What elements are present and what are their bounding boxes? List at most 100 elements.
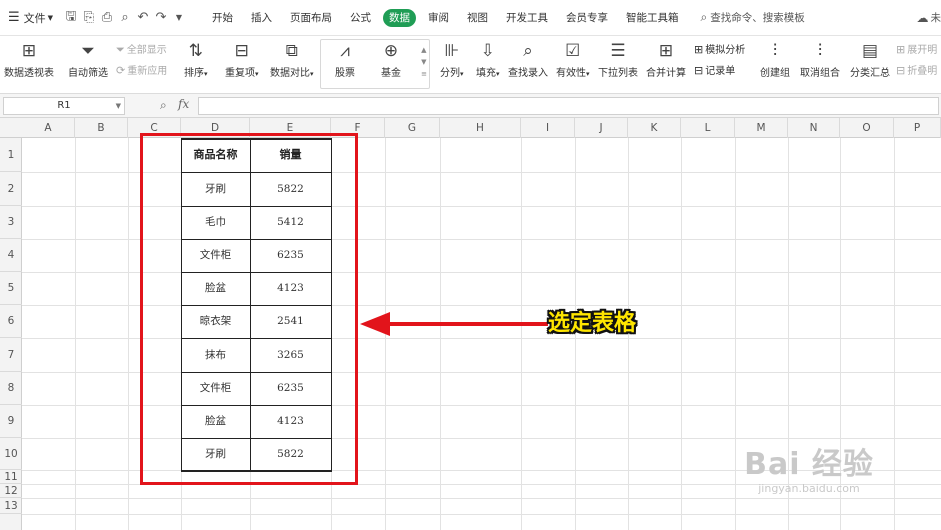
record-form-button[interactable]: ⊟ 记录单	[694, 62, 735, 77]
table-cell-product[interactable]: 抹布	[181, 338, 250, 372]
tab-developer[interactable]: 开发工具	[500, 9, 554, 27]
column-header-e[interactable]: E	[250, 118, 331, 138]
row-header-12[interactable]: 12	[0, 484, 22, 498]
tab-member[interactable]: 会员专享	[560, 9, 614, 27]
table-cell-product[interactable]: 牙刷	[181, 172, 250, 206]
table-cell-product[interactable]: 脸盆	[181, 272, 250, 305]
fill-button[interactable]: ⇩ 填充▾	[476, 40, 500, 79]
expand-detail-button[interactable]: ⊞ 展开明	[896, 41, 937, 56]
zoom-icon[interactable]: ⌕	[160, 98, 167, 113]
account-area[interactable]: ☁ 未	[917, 10, 941, 25]
row-header-8[interactable]: 8	[0, 372, 22, 405]
row-header-11[interactable]: 11	[0, 470, 22, 484]
column-header-o[interactable]: O	[840, 118, 894, 138]
formula-input[interactable]	[198, 97, 939, 115]
create-group-button[interactable]: ⫶ 创建组	[760, 40, 790, 79]
fund-button[interactable]: ⊕ 基金	[381, 40, 401, 79]
column-header-c[interactable]: C	[128, 118, 181, 138]
table-cell-sales[interactable]: 3265	[250, 338, 331, 372]
reapply-button[interactable]: ⟳ 重新应用	[116, 62, 167, 77]
column-header-i[interactable]: I	[521, 118, 575, 138]
split-button[interactable]: ⊪ 分列▾	[440, 40, 464, 79]
command-search[interactable]: ⌕ 查找命令、搜索模板	[701, 10, 805, 25]
table-cell-sales[interactable]: 6235	[250, 239, 331, 272]
table-cell-sales[interactable]: 2541	[250, 305, 331, 338]
row-header-5[interactable]: 5	[0, 272, 22, 305]
save-icon[interactable]: 🖫	[64, 7, 78, 29]
cloud-icon: ☁	[916, 10, 929, 25]
name-box[interactable]: R1 ▼	[3, 97, 125, 115]
subtotal-button[interactable]: ▤ 分类汇总	[850, 40, 890, 79]
table-cell-product[interactable]: 牙刷	[181, 438, 250, 470]
tab-page-layout[interactable]: 页面布局	[284, 9, 338, 27]
table-cell-product[interactable]: 晾衣架	[181, 305, 250, 338]
tab-smart-toolbox[interactable]: 智能工具箱	[620, 9, 685, 27]
row-header-7[interactable]: 7	[0, 338, 22, 372]
collapse-detail-button[interactable]: ⊟ 折叠明	[896, 62, 937, 77]
column-header-h[interactable]: H	[440, 118, 521, 138]
column-header-m[interactable]: M	[735, 118, 788, 138]
table-header-sales[interactable]: 销量	[250, 138, 331, 172]
watermark-logo: Bai 经验	[744, 447, 874, 482]
table-cell-sales[interactable]: 5412	[250, 206, 331, 239]
redo-icon[interactable]: ↷	[154, 10, 168, 25]
row-header-10[interactable]: 10	[0, 438, 22, 470]
table-cell-product[interactable]: 文件柜	[181, 239, 250, 272]
column-header-b[interactable]: B	[75, 118, 128, 138]
column-header-k[interactable]: K	[628, 118, 681, 138]
row-header-13[interactable]: 13	[0, 498, 22, 514]
compare-button[interactable]: ⧉ 数据对比▾	[270, 40, 314, 79]
column-header-d[interactable]: D	[181, 118, 250, 138]
gallery-scroll[interactable]: ▲ ▼ ≡	[421, 44, 427, 80]
tab-home[interactable]: 开始	[206, 9, 239, 27]
table-cell-product[interactable]: 脸盆	[181, 405, 250, 438]
consolidate-button[interactable]: ⊞ 合并计算	[646, 40, 686, 79]
validation-button[interactable]: ☑ 有效性▾	[556, 40, 590, 79]
pivot-table-button[interactable]: ⊞ 数据透视表	[4, 40, 54, 79]
row-header-6[interactable]: 6	[0, 305, 22, 338]
row-header-2[interactable]: 2	[0, 172, 22, 206]
column-header-g[interactable]: G	[385, 118, 440, 138]
table-cell-sales[interactable]: 5822	[250, 438, 331, 470]
column-header-n[interactable]: N	[788, 118, 840, 138]
column-header-j[interactable]: J	[575, 118, 628, 138]
tab-insert[interactable]: 插入	[245, 9, 278, 27]
stock-button[interactable]: ⩘ 股票	[335, 40, 355, 79]
dropdown-list-button[interactable]: ☰ 下拉列表	[598, 40, 638, 79]
ungroup-button[interactable]: ⫶ 取消组合	[800, 40, 840, 79]
what-if-button[interactable]: ⊞ 模拟分析	[694, 41, 745, 56]
table-cell-sales[interactable]: 4123	[250, 272, 331, 305]
what-if-label: 模拟分析	[705, 45, 746, 56]
sort-button[interactable]: ⇅ 排序▾	[184, 40, 208, 79]
subtotal-label: 分类汇总	[850, 68, 890, 79]
export-icon[interactable]: ⎘	[82, 10, 96, 25]
table-cell-sales[interactable]: 5822	[250, 172, 331, 206]
duplicates-button[interactable]: ⊟ 重复项▾	[225, 40, 259, 79]
row-header-9[interactable]: 9	[0, 405, 22, 438]
file-menu[interactable]: ☰ 文件 ▼	[0, 10, 64, 26]
undo-icon[interactable]: ↶	[136, 10, 150, 25]
tab-view[interactable]: 视图	[461, 9, 494, 27]
table-cell-sales[interactable]: 4123	[250, 405, 331, 438]
row-header-1[interactable]: 1	[0, 138, 22, 172]
column-header-l[interactable]: L	[681, 118, 735, 138]
column-header-f[interactable]: F	[331, 118, 385, 138]
column-header-p[interactable]: P	[894, 118, 941, 138]
table-header-product[interactable]: 商品名称	[181, 138, 250, 172]
fx-icon[interactable]: fx	[178, 97, 189, 111]
autofilter-button[interactable]: ⏷ 自动筛选	[68, 40, 108, 79]
table-cell-sales[interactable]: 6235	[250, 372, 331, 405]
tab-review[interactable]: 审阅	[422, 9, 455, 27]
lookup-entry-button[interactable]: ⌕ 查找录入	[508, 40, 548, 79]
tab-data[interactable]: 数据	[383, 8, 416, 27]
tab-formulas[interactable]: 公式	[344, 9, 377, 27]
row-header-4[interactable]: 4	[0, 239, 22, 272]
show-all-button[interactable]: ⏷ 全部显示	[116, 41, 167, 57]
row-header-3[interactable]: 3	[0, 206, 22, 239]
column-header-a[interactable]: A	[22, 118, 75, 138]
more-icon[interactable]: ▼	[172, 13, 186, 22]
preview-icon[interactable]: ⌕	[118, 10, 132, 25]
table-cell-product[interactable]: 毛巾	[181, 206, 250, 239]
table-cell-product[interactable]: 文件柜	[181, 372, 250, 405]
print-icon[interactable]: ⎙	[100, 10, 114, 25]
